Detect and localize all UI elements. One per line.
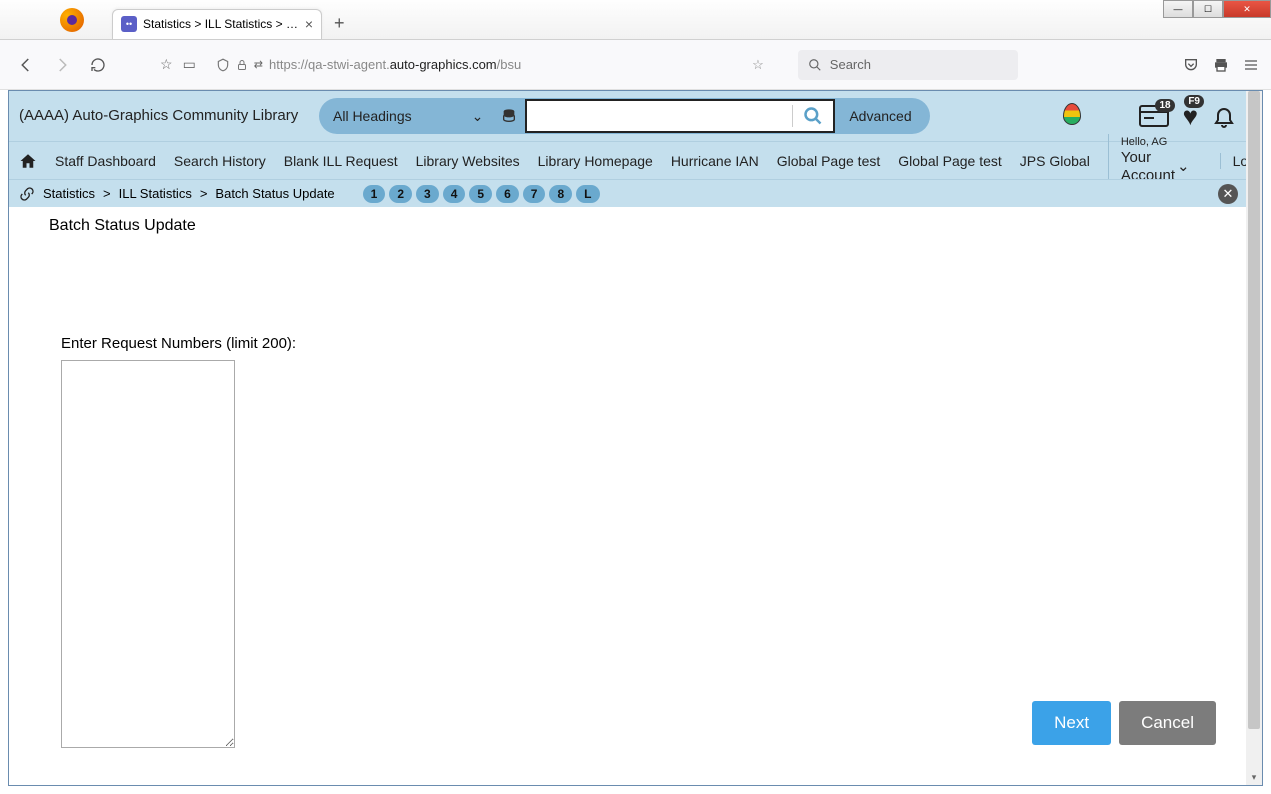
nav-hurricane-ian[interactable]: Hurricane IAN bbox=[671, 153, 759, 169]
window-controls: — ☐ ✕ bbox=[1163, 0, 1271, 18]
scroll-down-arrow[interactable]: ▾ bbox=[1246, 769, 1262, 785]
request-numbers-textarea[interactable] bbox=[61, 360, 235, 748]
window-minimize-button[interactable]: — bbox=[1163, 0, 1193, 18]
breadcrumb-batch-status[interactable]: Batch Status Update bbox=[215, 186, 334, 201]
nav-global-page-test-2[interactable]: Global Page test bbox=[898, 153, 1002, 169]
tab-close-icon[interactable]: × bbox=[305, 16, 313, 32]
forward-button[interactable] bbox=[48, 51, 76, 79]
search-group: All Headings ⌄ Advanced bbox=[319, 98, 930, 134]
url-text: https://qa-stwi-agent.auto-graphics.com/… bbox=[269, 57, 521, 72]
print-icon[interactable] bbox=[1213, 57, 1229, 73]
reload-button[interactable] bbox=[84, 51, 112, 79]
browser-search-box[interactable]: Search bbox=[798, 50, 1018, 80]
pill-3[interactable]: 3 bbox=[416, 185, 439, 203]
page-viewport: ▾ (AAAA) Auto-Graphics Community Library… bbox=[8, 90, 1263, 786]
pill-5[interactable]: 5 bbox=[469, 185, 492, 203]
breadcrumb-sep: > bbox=[200, 186, 208, 201]
bookmark-star-icon[interactable]: ☆ bbox=[160, 56, 173, 73]
window-maximize-button[interactable]: ☐ bbox=[1193, 0, 1223, 18]
card-badge-count: 18 bbox=[1155, 99, 1174, 112]
search-placeholder: Search bbox=[830, 57, 871, 72]
back-button[interactable] bbox=[12, 51, 40, 79]
breadcrumb-bar: Statistics > ILL Statistics > Batch Stat… bbox=[9, 179, 1246, 207]
main-search-wrap bbox=[525, 99, 835, 133]
request-numbers-label: Enter Request Numbers (limit 200): bbox=[61, 335, 1216, 352]
app-header: (AAAA) Auto-Graphics Community Library A… bbox=[9, 91, 1246, 141]
main-search-input[interactable] bbox=[527, 101, 792, 131]
pill-8[interactable]: 8 bbox=[549, 185, 572, 203]
nav-library-websites[interactable]: Library Websites bbox=[416, 153, 520, 169]
logout-link[interactable]: Logout bbox=[1220, 153, 1246, 169]
nav-search-history[interactable]: Search History bbox=[174, 153, 266, 169]
heart-badge: F9 bbox=[1184, 95, 1204, 108]
nav-global-page-test-1[interactable]: Global Page test bbox=[777, 153, 881, 169]
headings-dropdown[interactable]: All Headings ⌄ bbox=[333, 108, 493, 125]
url-leading-icons: ☆ ▭ bbox=[160, 56, 196, 73]
window-close-button[interactable]: ✕ bbox=[1223, 0, 1271, 18]
dropdown-label: All Headings bbox=[333, 108, 412, 124]
chevron-down-icon: ⌄ bbox=[1177, 158, 1190, 176]
pill-7[interactable]: 7 bbox=[523, 185, 546, 203]
lock-icon bbox=[236, 59, 248, 71]
pill-last[interactable]: L bbox=[576, 185, 599, 203]
address-bar[interactable]: ⇄ https://qa-stwi-agent.auto-graphics.co… bbox=[210, 50, 770, 80]
window-titlebar: •• Statistics > ILL Statistics > Batch… … bbox=[0, 0, 1271, 40]
library-name: (AAAA) Auto-Graphics Community Library bbox=[19, 107, 309, 125]
pill-1[interactable]: 1 bbox=[363, 185, 386, 203]
scroll-thumb[interactable] bbox=[1248, 91, 1260, 729]
browser-tab[interactable]: •• Statistics > ILL Statistics > Batch… … bbox=[112, 9, 322, 39]
permissions-icon[interactable]: ⇄ bbox=[254, 58, 263, 71]
page-title: Batch Status Update bbox=[49, 217, 1216, 235]
link-icon bbox=[19, 186, 35, 202]
bell-icon[interactable] bbox=[1212, 104, 1236, 128]
header-right: 18 ♥ F9 bbox=[1061, 101, 1236, 132]
shield-icon bbox=[216, 58, 230, 72]
breadcrumb-ill-statistics[interactable]: ILL Statistics bbox=[119, 186, 192, 201]
pill-6[interactable]: 6 bbox=[496, 185, 519, 203]
toolbar-right bbox=[1183, 57, 1259, 73]
nav-staff-dashboard[interactable]: Staff Dashboard bbox=[55, 153, 156, 169]
main-area: Batch Status Update Enter Request Number… bbox=[9, 207, 1246, 763]
tab-title: Statistics > ILL Statistics > Batch… bbox=[143, 17, 299, 31]
nav-jps-global[interactable]: JPS Global bbox=[1020, 153, 1090, 169]
nav-blank-ill-request[interactable]: Blank ILL Request bbox=[284, 153, 398, 169]
pill-4[interactable]: 4 bbox=[443, 185, 466, 203]
hamburger-menu-icon[interactable] bbox=[1243, 57, 1259, 73]
history-pills: 1 2 3 4 5 6 7 8 L bbox=[363, 185, 600, 203]
nav-library-homepage[interactable]: Library Homepage bbox=[538, 153, 653, 169]
database-icon[interactable] bbox=[501, 108, 517, 124]
card-icon[interactable]: 18 bbox=[1139, 105, 1169, 127]
page-content: (AAAA) Auto-Graphics Community Library A… bbox=[9, 91, 1246, 785]
nav-row: Staff Dashboard Search History Blank ILL… bbox=[9, 141, 1246, 179]
bookmark-page-icon[interactable]: ☆ bbox=[752, 57, 764, 73]
breadcrumb-statistics[interactable]: Statistics bbox=[43, 186, 95, 201]
vertical-scrollbar[interactable]: ▾ bbox=[1246, 91, 1262, 785]
tab-bar: •• Statistics > ILL Statistics > Batch… … bbox=[112, 9, 345, 39]
close-breadcrumb-button[interactable]: ✕ bbox=[1218, 184, 1238, 204]
pocket-icon[interactable] bbox=[1183, 57, 1199, 73]
cancel-button[interactable]: Cancel bbox=[1119, 701, 1216, 745]
heart-icon[interactable]: ♥ F9 bbox=[1183, 101, 1198, 132]
new-tab-button[interactable]: + bbox=[334, 13, 345, 34]
browser-toolbar: ☆ ▭ ⇄ https://qa-stwi-agent.auto-graphic… bbox=[0, 40, 1271, 90]
hello-label: Hello, AG bbox=[1121, 136, 1190, 149]
balloon-icon[interactable] bbox=[1061, 103, 1081, 129]
search-icon bbox=[808, 58, 822, 72]
home-icon[interactable] bbox=[19, 152, 37, 170]
search-button[interactable] bbox=[793, 106, 833, 126]
pill-2[interactable]: 2 bbox=[389, 185, 412, 203]
firefox-icon bbox=[60, 8, 84, 32]
breadcrumb-sep: > bbox=[103, 186, 111, 201]
tab-favicon: •• bbox=[121, 16, 137, 32]
action-row: Next Cancel bbox=[1032, 701, 1216, 745]
next-button[interactable]: Next bbox=[1032, 701, 1111, 745]
extensions-icon[interactable]: ▭ bbox=[183, 56, 196, 73]
chevron-down-icon: ⌄ bbox=[472, 108, 484, 125]
advanced-search-link[interactable]: Advanced bbox=[835, 108, 925, 124]
